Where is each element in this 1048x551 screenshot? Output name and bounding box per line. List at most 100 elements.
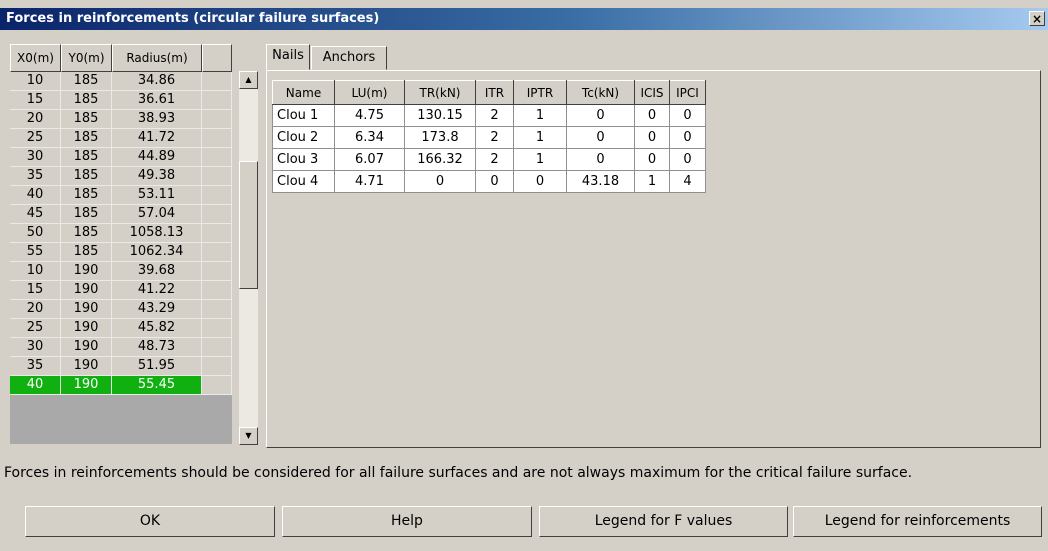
surface-row[interactable]: 35 185 49.38	[10, 167, 232, 186]
reinforcement-row[interactable]: Clou 2 6.34 173.8 2 1 0 0 0	[272, 126, 706, 149]
tab-anchors[interactable]: Anchors	[311, 46, 387, 70]
surface-row[interactable]: 15 185 36.61	[10, 91, 232, 110]
radius-cell: 36.61	[112, 91, 202, 110]
x0-cell: 30	[10, 338, 61, 357]
radius-cell: 38.93	[112, 110, 202, 129]
title-bar: Forces in reinforcements (circular failu…	[0, 8, 1048, 30]
col-header-name[interactable]: Name	[272, 80, 335, 105]
reinforcement-cell: Clou 4	[272, 170, 335, 193]
x0-cell: 25	[10, 129, 61, 148]
y0-cell: 185	[61, 148, 112, 167]
reinforcement-cell: 0	[566, 126, 635, 149]
x0-cell: 30	[10, 148, 61, 167]
reinforcement-cell: 6.34	[334, 126, 405, 149]
y0-cell: 185	[61, 110, 112, 129]
col-header-icis[interactable]: ICIS	[634, 80, 670, 105]
legend-f-values-button[interactable]: Legend for F values	[539, 506, 788, 537]
column-header-x0[interactable]: X0(m)	[10, 44, 61, 72]
reinforcement-cell: 0	[634, 126, 670, 149]
x0-cell: 40	[10, 376, 61, 395]
surface-row[interactable]: 25 185 41.72	[10, 129, 232, 148]
reinforcement-cell: 166.32	[404, 148, 476, 171]
col-header-tr[interactable]: TR(kN)	[404, 80, 476, 105]
radius-cell: 51.95	[112, 357, 202, 376]
col-header-itr[interactable]: ITR	[475, 80, 514, 105]
y0-cell: 190	[61, 281, 112, 300]
y0-cell: 185	[61, 129, 112, 148]
help-button[interactable]: Help	[282, 506, 532, 537]
surface-row[interactable]: 40 190 55.45	[10, 376, 232, 395]
y0-cell: 185	[61, 186, 112, 205]
col-header-iptr[interactable]: IPTR	[513, 80, 567, 105]
surface-row[interactable]: 15 190 41.22	[10, 281, 232, 300]
x0-cell: 25	[10, 319, 61, 338]
scroll-down-arrow-icon[interactable]: ▼	[239, 427, 258, 445]
scroll-thumb[interactable]	[239, 161, 258, 289]
column-header-y0[interactable]: Y0(m)	[61, 44, 112, 72]
surface-row[interactable]: 10 185 34.86	[10, 72, 232, 91]
grid-scrollbar[interactable]: ▲ ▼	[239, 71, 258, 445]
surface-row[interactable]: 30 190 48.73	[10, 338, 232, 357]
surface-row[interactable]: 30 185 44.89	[10, 148, 232, 167]
row-spacer	[202, 110, 232, 129]
surface-row[interactable]: 20 185 38.93	[10, 110, 232, 129]
tab-nails[interactable]: Nails	[266, 44, 310, 70]
reinforcements-body: Clou 1 4.75 130.15 2 1 0 0 0 Clou 2 6.34 173.8 2 1 0 0…	[272, 104, 706, 193]
reinforcement-cell: 1	[513, 126, 567, 149]
surface-row[interactable]: 20 190 43.29	[10, 300, 232, 319]
surface-row[interactable]: 45 185 57.04	[10, 205, 232, 224]
surface-row[interactable]: 55 185 1062.34	[10, 243, 232, 262]
reinforcement-cell: 0	[566, 148, 635, 171]
row-spacer	[202, 376, 232, 395]
reinforcement-cell: 6.07	[334, 148, 405, 171]
reinforcement-cell: 0	[513, 170, 567, 193]
col-header-lu[interactable]: LU(m)	[334, 80, 405, 105]
close-button[interactable]: ×	[1029, 11, 1045, 26]
grid-body: 10 185 34.86 15 185 36.61 20 185 38.93 25 185 41.72…	[10, 72, 232, 395]
radius-cell: 34.86	[112, 72, 202, 91]
row-spacer	[202, 224, 232, 243]
reinforcement-cell: 0	[669, 148, 706, 171]
row-spacer	[202, 91, 232, 110]
col-header-tc[interactable]: Tc(kN)	[566, 80, 635, 105]
reinforcements-table[interactable]: Name LU(m) TR(kN) ITR IPTR Tc(kN) ICIS I…	[272, 80, 706, 193]
reinforcement-row[interactable]: Clou 4 4.71 0 0 0 43.18 1 4	[272, 170, 706, 193]
column-header-spacer	[202, 44, 232, 72]
radius-cell: 1058.13	[112, 224, 202, 243]
reinforcement-cell: 0	[404, 170, 476, 193]
failure-surfaces-grid[interactable]: X0(m) Y0(m) Radius(m) 10 185 34.86 15 185 36.…	[10, 44, 232, 444]
y0-cell: 185	[61, 243, 112, 262]
radius-cell: 43.29	[112, 300, 202, 319]
row-spacer	[202, 167, 232, 186]
radius-cell: 45.82	[112, 319, 202, 338]
surface-row[interactable]: 40 185 53.11	[10, 186, 232, 205]
radius-cell: 57.04	[112, 205, 202, 224]
x0-cell: 35	[10, 357, 61, 376]
reinforcement-cell: Clou 1	[272, 104, 335, 127]
grid-header: X0(m) Y0(m) Radius(m)	[10, 44, 232, 72]
x0-cell: 20	[10, 110, 61, 129]
x0-cell: 20	[10, 300, 61, 319]
surface-row[interactable]: 10 190 39.68	[10, 262, 232, 281]
reinforcement-cell: 2	[475, 148, 514, 171]
radius-cell: 41.22	[112, 281, 202, 300]
reinforcement-cell: 0	[634, 104, 670, 127]
col-header-ipci[interactable]: IPCI	[669, 80, 706, 105]
x0-cell: 35	[10, 167, 61, 186]
surface-row[interactable]: 50 185 1058.13	[10, 224, 232, 243]
column-header-radius[interactable]: Radius(m)	[112, 44, 202, 72]
reinforcement-row[interactable]: Clou 1 4.75 130.15 2 1 0 0 0	[272, 104, 706, 127]
row-spacer	[202, 205, 232, 224]
ok-button[interactable]: OK	[25, 506, 275, 537]
scroll-up-arrow-icon[interactable]: ▲	[239, 71, 258, 89]
reinforcement-cell: 130.15	[404, 104, 476, 127]
reinforcement-cell: 4	[669, 170, 706, 193]
surface-row[interactable]: 25 190 45.82	[10, 319, 232, 338]
radius-cell: 49.38	[112, 167, 202, 186]
radius-cell: 39.68	[112, 262, 202, 281]
surface-row[interactable]: 35 190 51.95	[10, 357, 232, 376]
reinforcement-row[interactable]: Clou 3 6.07 166.32 2 1 0 0 0	[272, 148, 706, 171]
reinforcement-cell: 4.75	[334, 104, 405, 127]
reinforcement-cell: Clou 3	[272, 148, 335, 171]
legend-reinforcements-button[interactable]: Legend for reinforcements	[793, 506, 1042, 537]
